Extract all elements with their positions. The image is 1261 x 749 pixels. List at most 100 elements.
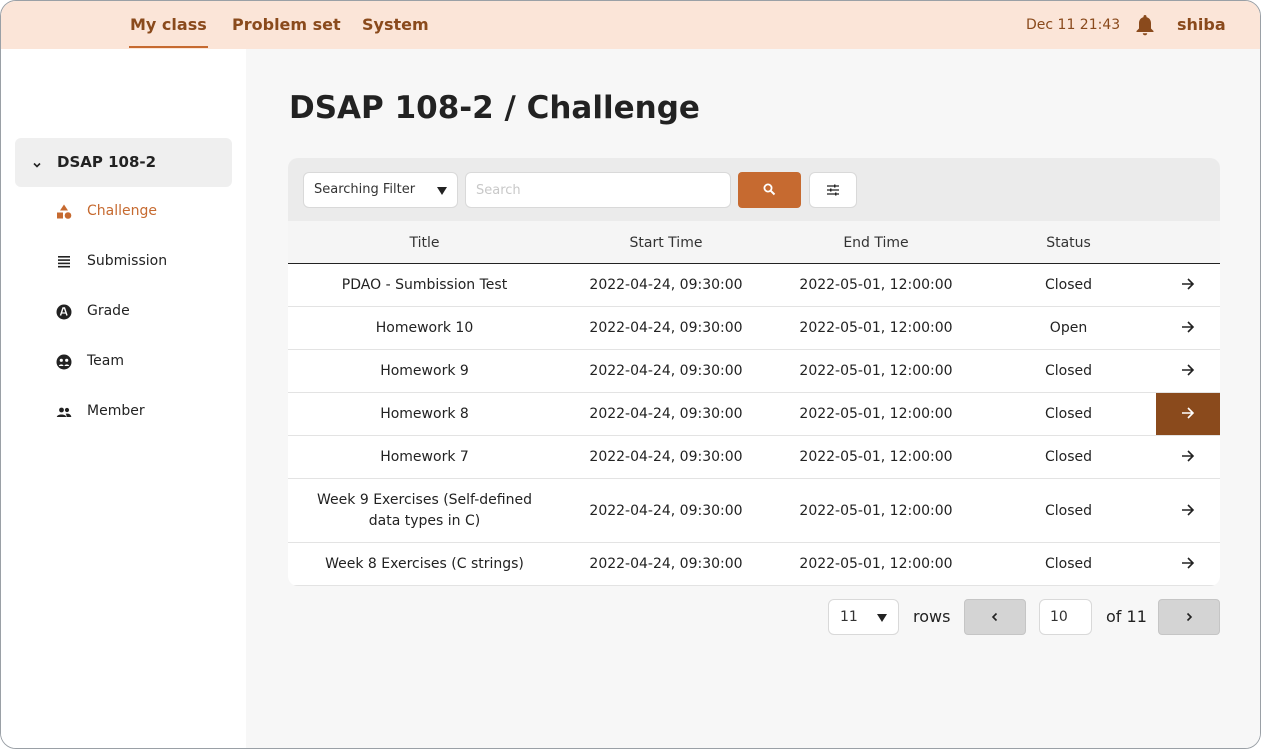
shapes-icon bbox=[55, 203, 73, 221]
rows-per-page-value: 11 bbox=[840, 609, 858, 625]
chevron-left-icon bbox=[991, 612, 998, 622]
filter-select-label: Searching Filter bbox=[314, 182, 416, 197]
current-datetime: Dec 11 21:43 bbox=[1026, 17, 1121, 33]
sidebar-item-submission[interactable]: Submission bbox=[55, 250, 225, 274]
cell-status: Closed bbox=[1044, 363, 1093, 379]
sidebar: DSAP 108-2 Challenge Submission Grade Te… bbox=[1, 49, 246, 748]
arrow-right-icon bbox=[1182, 364, 1195, 376]
rows-label: rows bbox=[913, 607, 951, 626]
caret-down-icon bbox=[877, 614, 887, 622]
cell-end-time: 2022-05-01, 12:00:00 bbox=[799, 277, 953, 293]
cell-start-time: 2022-04-24, 09:30:00 bbox=[589, 277, 743, 293]
cell-start-time: 2022-04-24, 09:30:00 bbox=[589, 556, 743, 572]
sidebar-item-grade[interactable]: Grade bbox=[55, 300, 225, 324]
cell-title: Homework 7 bbox=[380, 449, 469, 465]
cell-status: Closed bbox=[1044, 449, 1093, 465]
arrow-right-icon bbox=[1182, 557, 1195, 569]
cell-start-time: 2022-04-24, 09:30:00 bbox=[589, 503, 743, 519]
course-label: DSAP 108-2 bbox=[57, 153, 157, 171]
open-row-button[interactable] bbox=[1156, 393, 1220, 435]
cell-status: Open bbox=[1049, 320, 1088, 336]
rows-per-page-select[interactable]: 11 bbox=[828, 599, 899, 635]
nav-system[interactable]: System bbox=[362, 15, 429, 34]
table-row: Homework 10 2022-04-24, 09:30:00 2022-05… bbox=[288, 307, 1220, 350]
chevron-right-icon bbox=[1186, 612, 1193, 622]
sidebar-item-label: Grade bbox=[87, 303, 130, 319]
cell-end-time: 2022-05-01, 12:00:00 bbox=[799, 406, 953, 422]
prev-page-button[interactable] bbox=[964, 599, 1026, 635]
chevron-down-icon bbox=[32, 155, 42, 168]
nav-problem-set[interactable]: Problem set bbox=[232, 15, 341, 34]
list-icon bbox=[55, 253, 73, 271]
cell-start-time: 2022-04-24, 09:30:00 bbox=[589, 449, 743, 465]
nav-my-class[interactable]: My class bbox=[129, 15, 208, 48]
top-navbar: My class Problem set System Dec 11 21:43… bbox=[1, 1, 1260, 49]
search-button[interactable] bbox=[738, 172, 801, 208]
cell-start-time: 2022-04-24, 09:30:00 bbox=[589, 363, 743, 379]
cell-start-time: 2022-04-24, 09:30:00 bbox=[589, 320, 743, 336]
sliders-icon bbox=[827, 184, 839, 196]
table-row: Homework 9 2022-04-24, 09:30:00 2022-05-… bbox=[288, 350, 1220, 393]
cell-title: Homework 8 bbox=[380, 406, 469, 422]
page-title: DSAP 108-2 / Challenge bbox=[289, 90, 700, 126]
column-header-start-time[interactable]: Start Time bbox=[561, 235, 771, 251]
cell-status: Closed bbox=[1044, 556, 1093, 572]
open-row-button[interactable] bbox=[1156, 307, 1220, 349]
open-row-button[interactable] bbox=[1156, 543, 1220, 585]
sidebar-item-challenge[interactable]: Challenge bbox=[55, 200, 225, 224]
app-window: My class Problem set System Dec 11 21:43… bbox=[0, 0, 1261, 749]
filter-settings-button[interactable] bbox=[809, 172, 857, 208]
next-page-button[interactable] bbox=[1158, 599, 1220, 635]
cell-title: Homework 10 bbox=[375, 320, 474, 336]
table-row: Homework 8 2022-04-24, 09:30:00 2022-05-… bbox=[288, 393, 1220, 436]
grade-icon bbox=[55, 303, 73, 321]
cell-status: Closed bbox=[1044, 503, 1093, 519]
column-header-title[interactable]: Title bbox=[288, 235, 561, 251]
searching-filter-select[interactable]: Searching Filter bbox=[303, 172, 458, 208]
cell-end-time: 2022-05-01, 12:00:00 bbox=[799, 363, 953, 379]
sidebar-item-label: Team bbox=[87, 353, 125, 369]
arrow-right-icon bbox=[1182, 407, 1195, 419]
open-row-button[interactable] bbox=[1156, 350, 1220, 392]
challenge-table-card: Searching Filter Search Title Start Time… bbox=[288, 158, 1220, 586]
team-icon bbox=[55, 353, 73, 371]
table-row: PDAO - Sumbission Test 2022-04-24, 09:30… bbox=[288, 264, 1220, 307]
arrow-right-icon bbox=[1182, 278, 1195, 290]
table-row: Week 8 Exercises (C strings) 2022-04-24,… bbox=[288, 543, 1220, 586]
table-row: Week 9 Exercises (Self-defined data type… bbox=[288, 479, 1220, 543]
sidebar-item-team[interactable]: Team bbox=[55, 350, 225, 374]
arrow-right-icon bbox=[1182, 504, 1195, 516]
sidebar-item-label: Submission bbox=[87, 253, 168, 269]
table-toolbar: Searching Filter bbox=[288, 158, 1220, 221]
sidebar-item-member[interactable]: Member bbox=[55, 400, 225, 424]
search-input[interactable] bbox=[465, 172, 731, 208]
cell-title: Homework 9 bbox=[380, 363, 469, 379]
table-header: Title Start Time End Time Status bbox=[288, 221, 1220, 264]
open-row-button[interactable] bbox=[1156, 479, 1220, 542]
column-header-status[interactable]: Status bbox=[981, 235, 1156, 251]
user-menu[interactable]: shiba bbox=[1177, 15, 1226, 34]
people-icon bbox=[55, 403, 73, 421]
sidebar-item-label: Member bbox=[87, 403, 145, 419]
cell-status: Closed bbox=[1044, 406, 1093, 422]
table-row: Homework 7 2022-04-24, 09:30:00 2022-05-… bbox=[288, 436, 1220, 479]
cell-end-time: 2022-05-01, 12:00:00 bbox=[799, 449, 953, 465]
cell-title: Week 8 Exercises (C strings) bbox=[325, 556, 524, 572]
open-row-button[interactable] bbox=[1156, 436, 1220, 478]
cell-end-time: 2022-05-01, 12:00:00 bbox=[799, 556, 953, 572]
main-content: DSAP 108-2 / Challenge Searching Filter bbox=[246, 49, 1260, 748]
arrow-right-icon bbox=[1182, 450, 1195, 462]
cell-status: Closed bbox=[1044, 277, 1093, 293]
cell-title: Week 9 Exercises (Self-defined data type… bbox=[317, 492, 532, 529]
arrow-right-icon bbox=[1182, 321, 1195, 333]
sidebar-course-dsap[interactable]: DSAP 108-2 bbox=[15, 138, 232, 187]
page-number-input[interactable] bbox=[1039, 599, 1092, 635]
total-pages-label: of 11 bbox=[1106, 607, 1147, 626]
cell-start-time: 2022-04-24, 09:30:00 bbox=[589, 406, 743, 422]
column-header-end-time[interactable]: End Time bbox=[771, 235, 981, 251]
cell-end-time: 2022-05-01, 12:00:00 bbox=[799, 320, 953, 336]
cell-end-time: 2022-05-01, 12:00:00 bbox=[799, 503, 953, 519]
open-row-button[interactable] bbox=[1156, 264, 1220, 306]
bell-icon[interactable] bbox=[1135, 14, 1155, 36]
search-icon bbox=[763, 183, 776, 196]
